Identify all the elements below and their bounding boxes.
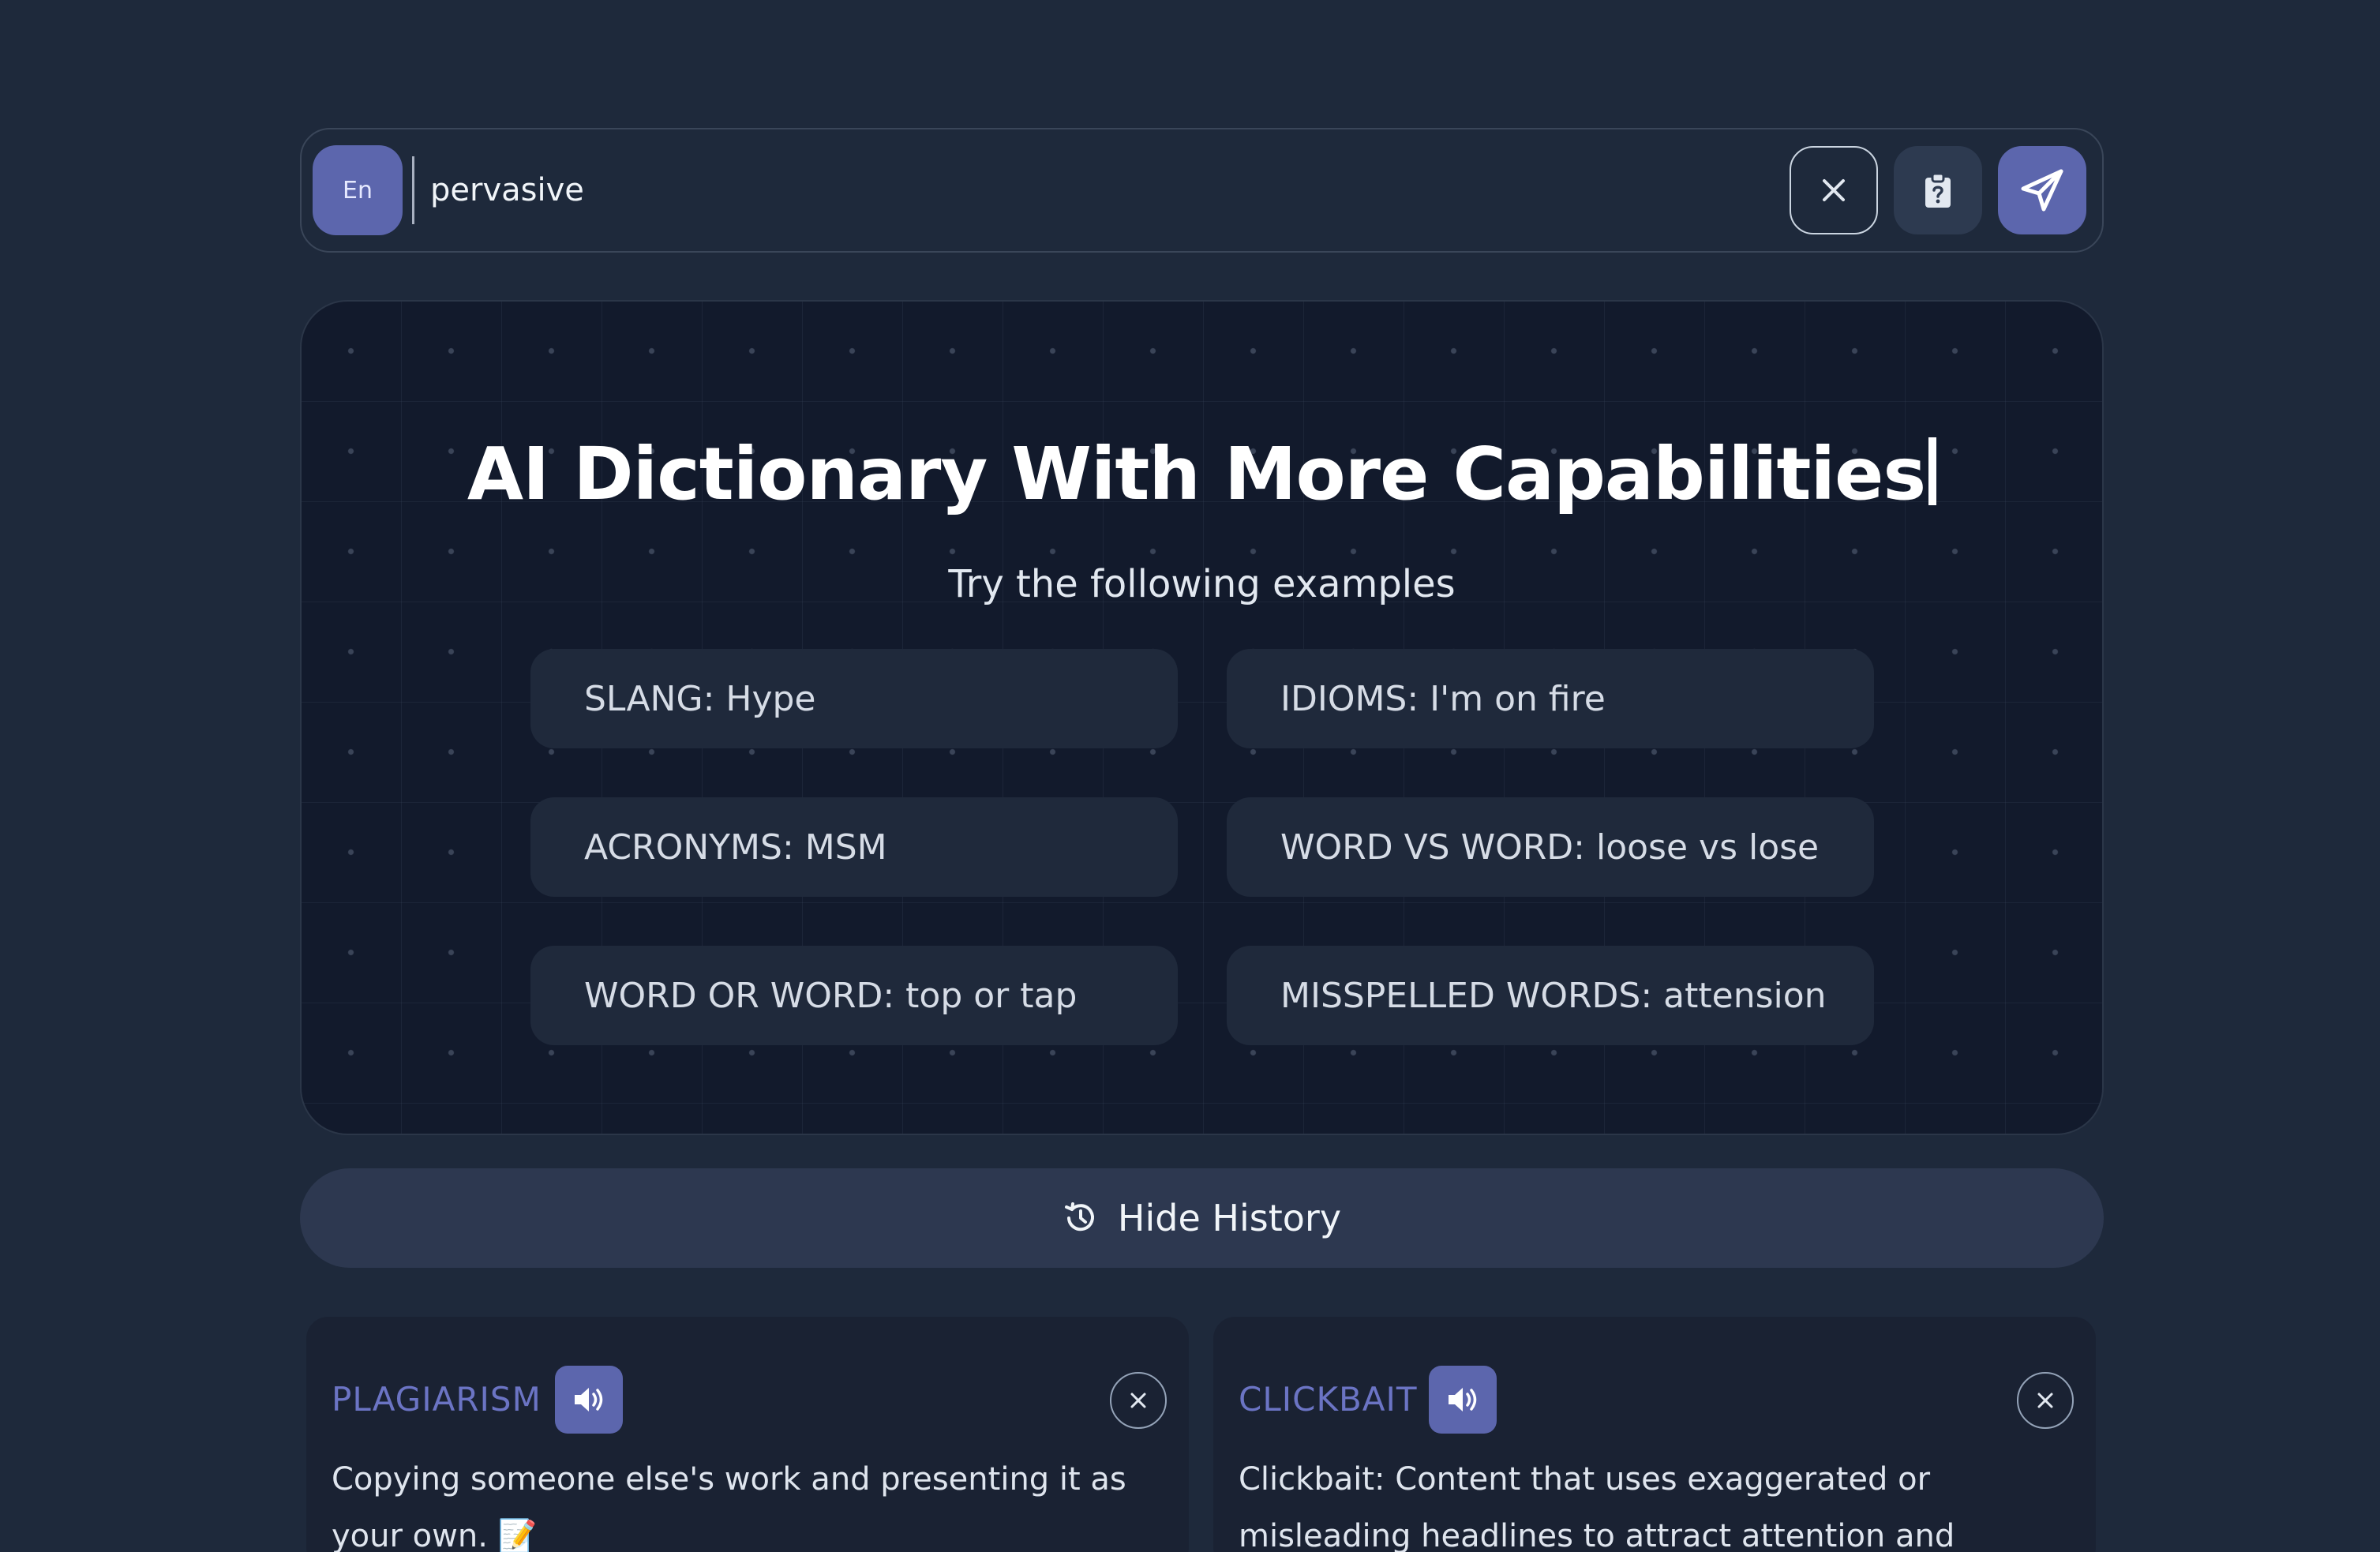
clipboard-question-icon [1925,172,1951,208]
paper-plane-icon [2021,169,2063,212]
hero-subtitle: Try the following examples [948,562,1456,606]
remove-card-button[interactable] [2017,1372,2074,1429]
search-bar: En [300,128,2104,253]
example-button[interactable]: SLANG: Hype [530,649,1178,748]
hero-title-text: AI Dictionary With More Capabilities [467,432,1926,516]
close-icon [1823,179,1845,201]
example-button[interactable]: ACRONYMS: MSM [530,797,1178,897]
history-icon [1064,1202,1094,1231]
close-icon [1130,1393,1146,1408]
remove-card-button[interactable] [1110,1372,1167,1429]
pronounce-button[interactable] [1429,1366,1497,1434]
example-button[interactable]: WORD VS WORD: loose vs lose [1227,797,1874,897]
app-page: En AI Dictionary With More Capabil [0,0,2380,1552]
paste-button[interactable] [1894,146,1982,234]
language-button[interactable]: En [313,145,403,235]
history-card-definition: Copying someone else's work and presenti… [332,1461,1126,1552]
history-card: PLAGIARISM Copying someone else's work a… [306,1317,1189,1552]
pronounce-button[interactable] [555,1366,623,1434]
hero-panel: AI Dictionary With More Capabilities Try… [300,300,2104,1135]
example-button[interactable]: WORD OR WORD: top or tap [530,946,1178,1045]
history-card-word: CLICKBAIT [1239,1380,1418,1419]
example-button[interactable]: IDIOMS: I'm on fire [1227,649,1874,748]
search-divider [412,156,414,224]
example-button[interactable]: MISSPELLED WORDS: attension [1227,946,1874,1045]
speaker-icon [575,1388,603,1411]
hero-title: AI Dictionary With More Capabilities [302,432,2102,516]
hide-history-label: Hide History [1117,1197,1342,1239]
history-card-definition: Clickbait: Content that uses exaggerated… [1239,1461,1955,1552]
hide-history-button[interactable]: Hide History [300,1168,2104,1268]
typing-caret [1928,437,1937,505]
history-card: CLICKBAIT Clickbait: Content that uses e… [1213,1317,2096,1552]
history-card-word: PLAGIARISM [332,1380,542,1419]
close-icon [2037,1393,2053,1408]
search-input[interactable] [430,151,1774,230]
speaker-icon [1449,1388,1477,1411]
clear-button[interactable] [1790,146,1878,234]
examples-grid: SLANG: Hype IDIOMS: I'm on fire ACRONYMS… [530,649,1877,1045]
send-button[interactable] [1998,146,2086,234]
